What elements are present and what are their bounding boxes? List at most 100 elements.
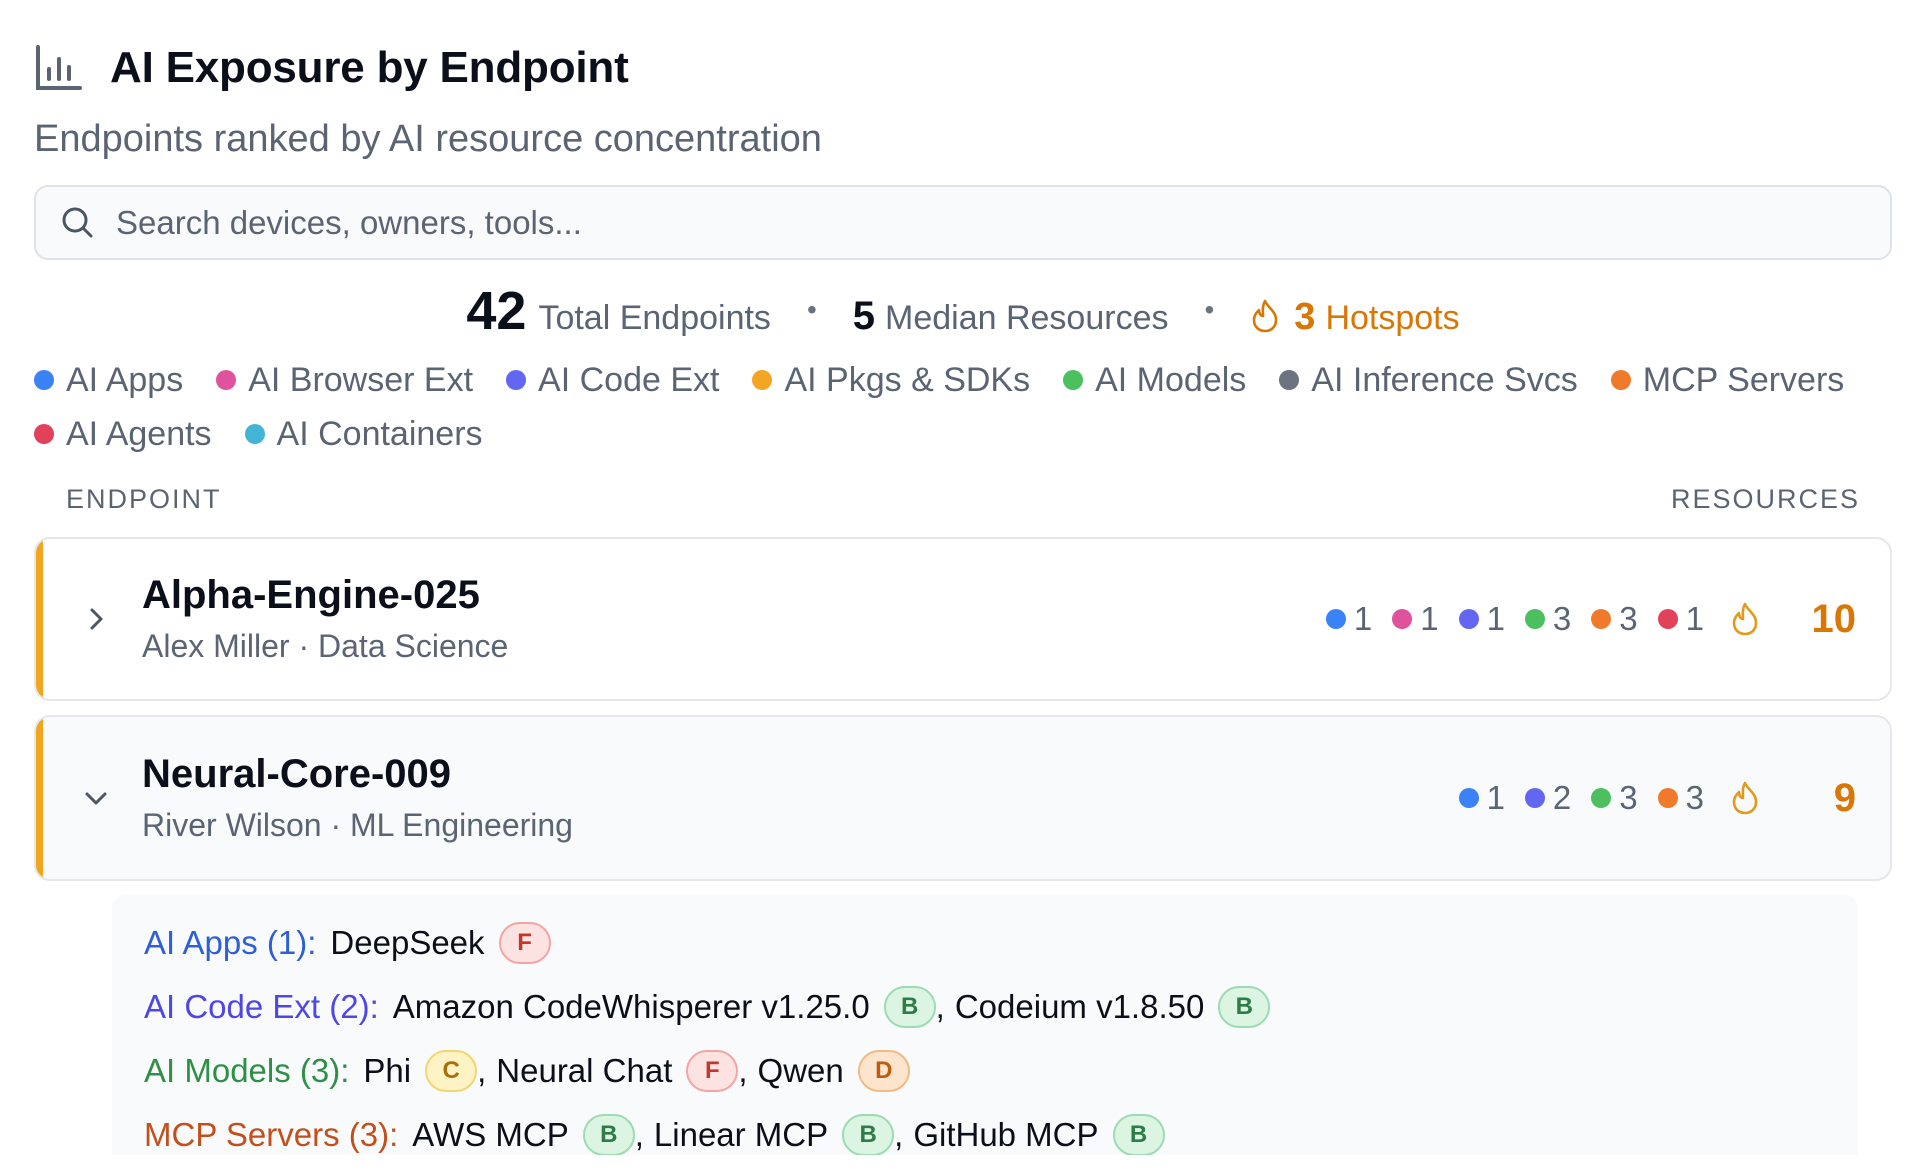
legend-item-ai-agents: AI Agents [34, 414, 212, 454]
grade-badge: B [1112, 1114, 1165, 1155]
tool-name[interactable]: Neural Chat [496, 1052, 672, 1090]
grade-badge: F [498, 922, 551, 964]
endpoint-list: Alpha-Engine-025 Alex Miller · Data Scien… [34, 537, 1892, 881]
panel-header: AI Exposure by Endpoint [34, 36, 1892, 100]
legend-dot [34, 424, 54, 444]
tool-name[interactable]: Qwen [758, 1052, 844, 1090]
column-header-resources: RESOURCES [1670, 484, 1860, 514]
resource-count: 1 [1657, 600, 1704, 638]
category-dot [1524, 788, 1545, 808]
detail-line-ai-code-ext-2: AI Code Ext (2): Amazon CodeWhisperer v1.… [144, 981, 1826, 1033]
separator-comma: , [477, 1052, 487, 1089]
legend-label: AI Code Ext [538, 360, 720, 399]
endpoint-row[interactable]: Neural-Core-009 River Wilson · ML Enginee… [34, 715, 1892, 881]
legend-dot [216, 370, 237, 390]
legend-label: AI Containers [276, 414, 483, 453]
legend-dot [1279, 370, 1300, 390]
resource-count: 3 [1524, 600, 1572, 638]
legend-dot [752, 370, 773, 390]
category-dot [1325, 609, 1346, 629]
resource-count-value: 3 [1619, 779, 1638, 816]
separator-comma: , [634, 1116, 644, 1153]
hotspots-label: Hotspots [1325, 299, 1460, 337]
category-dot [1458, 609, 1479, 629]
legend-label: MCP Servers [1642, 360, 1845, 399]
separator-comma: , [935, 988, 945, 1025]
resource-count-value: 1 [1685, 600, 1704, 637]
grade-badge: D [857, 1050, 910, 1092]
flame-icon [1730, 780, 1760, 816]
search-input[interactable] [116, 203, 1890, 242]
resource-count: 3 [1591, 600, 1638, 638]
resource-counts: 1 1 1 3 3 1 [1306, 600, 1760, 638]
grade-badge: B [582, 1114, 635, 1155]
resource-count-value: 1 [1353, 600, 1373, 637]
tool-name[interactable]: Amazon CodeWhisperer v1.25.0 [393, 988, 870, 1026]
search-box[interactable] [34, 185, 1892, 260]
resource-count-value: 3 [1685, 779, 1704, 816]
legend-item-ai-code-ext: AI Code Ext [506, 360, 719, 400]
median-resources-value: 5 [852, 294, 875, 338]
resource-count: 1 [1325, 600, 1373, 638]
legend-item-mcp-servers: MCP Servers [1610, 360, 1845, 400]
resource-total: 9 [1833, 775, 1856, 820]
resource-count: 3 [1591, 779, 1638, 817]
detail-line-mcp-servers-3: MCP Servers (3): AWS MCP B, Linear MCP B, Git… [144, 1109, 1826, 1155]
resource-count: 1 [1458, 779, 1505, 817]
legend-label: AI Pkgs & SDKs [784, 360, 1031, 399]
legend-dot [1610, 370, 1631, 390]
separator-comma: , [894, 1116, 904, 1153]
legend-dot [34, 370, 54, 390]
legend-item-ai-inference-svcs: AI Inference Svcs [1279, 360, 1578, 400]
category-label: AI Code Ext (2): [144, 988, 379, 1025]
tool-name[interactable]: GitHub MCP [913, 1116, 1098, 1154]
tool-name[interactable]: Codeium v1.8.50 [955, 988, 1204, 1026]
endpoint-owner: Alex Miller · Data Science [142, 628, 509, 664]
grade-badge: F [686, 1050, 739, 1092]
grade-badge: B [883, 986, 936, 1028]
ai-exposure-panel: AI Exposure by Endpoint Endpoints ranked… [0, 36, 1926, 1170]
column-header-endpoint: ENDPOINT [66, 484, 222, 514]
tool-name[interactable]: Phi [363, 1052, 411, 1090]
grade-badge: C [425, 1050, 478, 1092]
resource-count-value: 1 [1486, 600, 1505, 637]
category-dot [1591, 609, 1612, 629]
endpoint-owner: River Wilson · ML Engineering [142, 807, 573, 843]
hotspots-value: 3 [1294, 296, 1316, 338]
chevron-right-icon[interactable] [76, 599, 116, 639]
grade-badge: B [842, 1114, 895, 1155]
category-dot [1657, 788, 1678, 808]
resource-count-value: 3 [1552, 600, 1572, 637]
endpoint-info: Neural-Core-009 River Wilson · ML Enginee… [142, 752, 1439, 844]
resource-counts: 1 2 3 3 [1439, 779, 1760, 817]
category-dot [1458, 788, 1479, 808]
separator-dot: • [806, 294, 817, 325]
resource-count: 1 [1458, 600, 1505, 638]
total-endpoints-value: 42 [466, 281, 527, 341]
legend-label: AI Models [1095, 360, 1247, 399]
flame-icon [1730, 601, 1760, 637]
bar-chart-icon [34, 43, 84, 93]
tool-name[interactable]: AWS MCP [412, 1116, 568, 1154]
endpoint-name: Neural-Core-009 [142, 752, 452, 796]
legend-dot [1063, 370, 1084, 390]
resource-count: 1 [1392, 600, 1439, 638]
chevron-down-icon[interactable] [76, 778, 116, 818]
endpoint-name: Alpha-Engine-025 [142, 573, 480, 617]
resource-total: 10 [1811, 596, 1857, 641]
page-title: AI Exposure by Endpoint [110, 43, 629, 92]
endpoint-row[interactable]: Alpha-Engine-025 Alex Miller · Data Scien… [34, 537, 1892, 701]
legend-item-ai-containers: AI Containers [244, 414, 483, 454]
category-dot [1657, 609, 1678, 629]
legend-item-ai-pkgs-sdks: AI Pkgs & SDKs [752, 360, 1030, 400]
tool-name[interactable]: Linear MCP [654, 1116, 828, 1154]
legend-label: AI Browser Ext [248, 360, 474, 399]
resource-count-value: 3 [1619, 600, 1638, 637]
category-label: MCP Servers (3): [144, 1116, 399, 1153]
endpoint-details: AI Apps (1): DeepSeek F AI Code Ext (2): Ama… [112, 895, 1858, 1155]
category-label: AI Models (3): [144, 1052, 350, 1089]
median-resources-label: Median Resources [885, 299, 1169, 337]
tool-name[interactable]: DeepSeek [330, 924, 484, 962]
category-dot [1524, 609, 1545, 629]
search-icon [58, 203, 98, 243]
